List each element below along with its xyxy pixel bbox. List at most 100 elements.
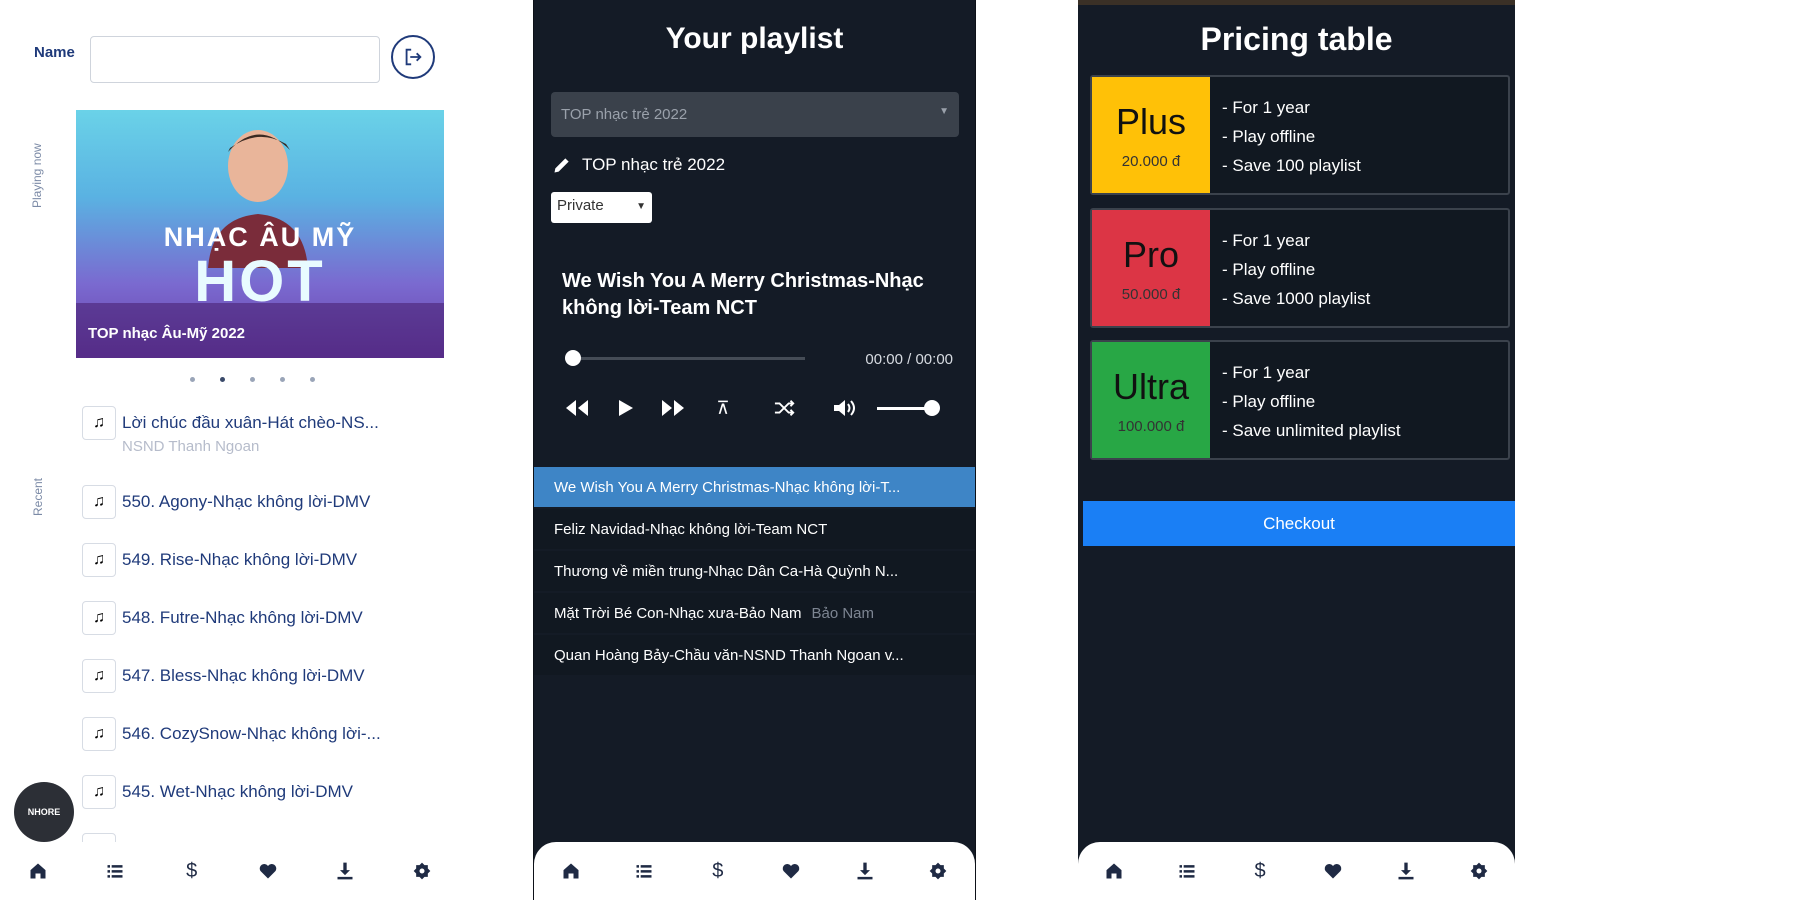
settings-icon[interactable] [1467,859,1491,883]
privacy-value: Private [557,197,604,214]
track-title: We Wish You A Merry Christmas-Nhạc không… [554,478,901,496]
plan-feature: - Save 100 playlist [1222,156,1361,175]
dollar-icon[interactable]: $ [1248,859,1272,883]
carousel-dot[interactable] [310,377,315,382]
plan-card-plus[interactable]: Plus 20.000 đ - For 1 year - Play offlin… [1090,75,1510,195]
plan-features: - For 1 year - Play offline - Save 1000 … [1210,210,1382,326]
song-title: 545. Wet-Nhạc không lời-DMV [122,782,353,801]
settings-icon[interactable] [410,859,434,883]
track-title: Quan Hoàng Bảy-Chầu văn-NSND Thanh Ngoan… [554,646,904,664]
list-icon[interactable] [103,859,127,883]
song-title: 548. Futre-Nhạc không lời-DMV [122,608,363,627]
music-note-icon: ♫ [82,775,116,809]
song-title: Lời chúc đầu xuân-Hát chèo-NS... [122,413,379,432]
download-icon[interactable] [333,859,357,883]
download-icon[interactable] [853,859,877,883]
playlist-track[interactable]: Thương về miền trung-Nhạc Dân Ca-Hà Quỳn… [534,551,975,591]
mini-player-disc[interactable]: NHORE [14,782,74,842]
checkout-button[interactable]: Checkout [1083,501,1515,546]
music-note-icon: ♫ [82,659,116,693]
playlist-panel: Your playlist TOP nhạc trẻ 2022 ▼ TOP nh… [533,0,976,900]
plan-features: - For 1 year - Play offline - Save unlim… [1210,342,1413,458]
recent-song-item[interactable]: ♫ Lời chúc đầu xuân-Hát chèo-NS... NSND … [82,406,379,455]
plan-card-ultra[interactable]: Ultra 100.000 đ - For 1 year - Play offl… [1090,340,1510,460]
recent-song-item[interactable]: ♫ 549. Rise-Nhạc không lời-DMV [82,543,357,577]
carousel-dot[interactable] [250,377,255,382]
recent-song-item[interactable]: ♫ 550. Agony-Nhạc không lời-DMV [82,485,370,519]
song-title: 547. Bless-Nhạc không lời-DMV [122,666,365,685]
chevron-down-icon: ▼ [939,106,949,117]
name-input[interactable] [90,36,380,83]
heart-icon[interactable] [779,859,803,883]
repeat-icon[interactable]: ⊼ [708,393,738,423]
fast-forward-icon[interactable] [658,393,688,423]
recent-song-item[interactable]: ♫ 547. Bless-Nhạc không lời-DMV [82,659,365,693]
dollar-icon[interactable]: $ [706,859,730,883]
track-title: Thương về miền trung-Nhạc Dân Ca-Hà Quỳn… [554,562,899,580]
home-icon[interactable] [559,859,583,883]
dollar-icon[interactable]: $ [180,859,204,883]
plan-name: Pro [1122,233,1180,275]
progress-bar[interactable] [565,357,805,360]
logout-button[interactable] [391,35,435,79]
plan-feature: - For 1 year [1222,231,1310,250]
play-icon[interactable] [610,393,640,423]
home-panel: Name Playing now Recent NHẠC ÂU MỸ HOT T… [0,0,460,900]
list-icon[interactable] [1175,859,1199,883]
plan-feature: - Save unlimited playlist [1222,421,1401,440]
song-title: 546. CozySnow-Nhạc không lời-... [122,724,381,743]
playlist-track[interactable]: Quan Hoàng Bảy-Chầu văn-NSND Thanh Ngoan… [534,635,975,675]
recent-label: Recent [31,477,45,516]
shuffle-icon[interactable] [770,393,800,423]
banner-caption: TOP nhạc Âu-Mỹ 2022 [88,325,246,342]
recent-song-item[interactable]: ♫ 545. Wet-Nhạc không lời-DMV [82,775,353,809]
recent-song-item[interactable]: ♫ 548. Futre-Nhạc không lời-DMV [82,601,363,635]
plan-card-pro[interactable]: Pro 50.000 đ - For 1 year - Play offline… [1090,208,1510,328]
plan-badge: Plus 20.000 đ [1092,77,1210,193]
progress-knob[interactable] [565,350,581,366]
plan-feature: - Save 1000 playlist [1222,289,1371,308]
plan-feature: - Play offline [1222,392,1316,411]
privacy-select[interactable]: Private ▼ [551,192,652,223]
playlist-select[interactable]: TOP nhạc trẻ 2022 ▼ [551,92,959,137]
music-note-icon: ♫ [82,485,116,519]
now-playing-title: We Wish You A Merry Christmas-Nhạc không… [562,270,924,319]
plan-price: 100.000 đ [1117,417,1185,435]
list-icon[interactable] [632,859,656,883]
heart-icon[interactable] [256,859,280,883]
plan-price: 20.000 đ [1121,152,1181,170]
music-note-icon: ♫ [82,717,116,751]
heart-icon[interactable] [1321,859,1345,883]
rewind-icon[interactable] [562,393,592,423]
playlist-name-edit[interactable]: TOP nhạc trẻ 2022 [552,155,725,175]
bottom-nav: $ [534,842,975,900]
page-title: Your playlist [665,22,844,55]
settings-icon[interactable] [926,859,950,883]
chevron-down-icon: ▼ [636,201,646,212]
playing-now-banner[interactable]: NHẠC ÂU MỸ HOT TOP nhạc Âu-Mỹ 2022 [76,110,444,358]
track-title: Mặt Trời Bé Con-Nhạc xưa-Bảo Nam [554,604,802,622]
volume-knob[interactable] [924,400,940,416]
plan-features: - For 1 year - Play offline - Save 100 p… [1210,77,1373,193]
carousel-dot[interactable] [190,377,195,382]
plan-price: 50.000 đ [1121,285,1181,303]
page-title: Pricing table [1200,21,1393,57]
volume-icon[interactable] [830,393,860,423]
plan-feature: - For 1 year [1222,98,1310,117]
carousel-dot[interactable] [280,377,285,382]
bottom-nav: $ [1078,842,1515,900]
playlist-tracks: We Wish You A Merry Christmas-Nhạc không… [534,467,975,677]
playlist-name: TOP nhạc trẻ 2022 [582,155,726,174]
recent-song-item[interactable]: ♫ 546. CozySnow-Nhạc không lời-... [82,717,381,751]
track-title: Feliz Navidad-Nhạc không lời-Team NCT [554,520,828,538]
playlist-track-active[interactable]: We Wish You A Merry Christmas-Nhạc không… [534,467,975,507]
carousel-dot-active[interactable] [220,377,225,382]
download-icon[interactable] [1394,859,1418,883]
player-controls: ⊼ [562,393,952,423]
playlist-track[interactable]: Mặt Trời Bé Con-Nhạc xưa-Bảo Nam Bảo Nam [534,593,975,633]
pencil-icon [554,158,569,173]
home-icon[interactable] [26,859,50,883]
playlist-track[interactable]: Feliz Navidad-Nhạc không lời-Team NCT [534,509,975,549]
plan-name: Plus [1115,100,1187,142]
home-icon[interactable] [1102,859,1126,883]
